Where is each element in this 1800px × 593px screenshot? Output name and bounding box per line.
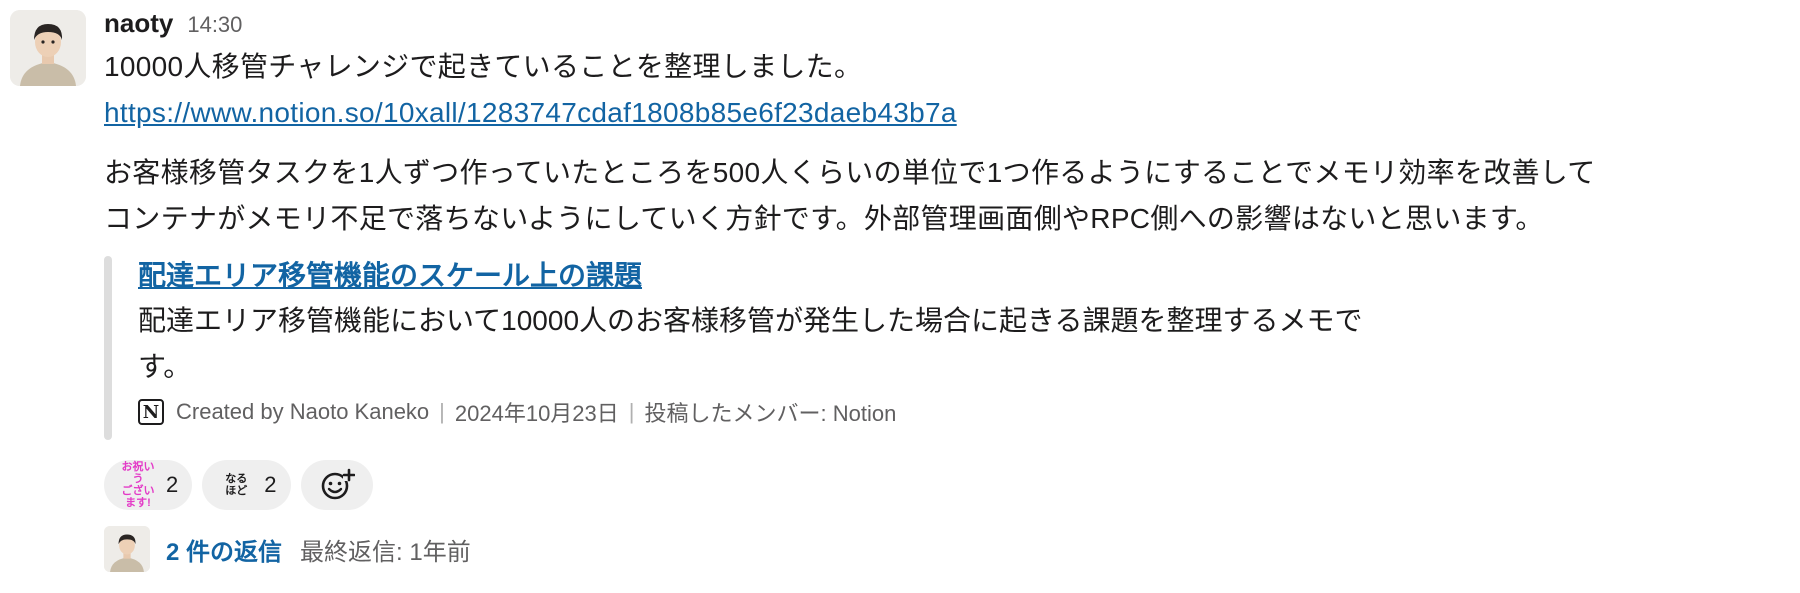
unfurl-footer: N Created by Naoto Kaneko | 2024年10月23日 … bbox=[138, 396, 1794, 428]
person-avatar-icon bbox=[10, 10, 86, 86]
message-content: naoty 14:30 10000人移管チャレンジで起きていることを整理しました… bbox=[104, 8, 1794, 572]
footer-separator: | bbox=[439, 399, 445, 424]
message: naoty 14:30 10000人移管チャレンジで起きていることを整理しました… bbox=[0, 0, 1800, 593]
unfurl-created-by: Created by Naoto Kaneko bbox=[176, 399, 430, 424]
reply-count-link[interactable]: 2 件の返信 bbox=[166, 532, 282, 567]
thread-summary: 2 件の返信 最終返信: 1年前 bbox=[104, 526, 1794, 572]
notion-icon: N bbox=[138, 399, 164, 425]
message-paragraph-2: お客様移管タスクを1人ずつ作っていたところを500人くらいの単位で1つ作るように… bbox=[104, 150, 1794, 242]
add-reaction-button[interactable] bbox=[300, 460, 373, 510]
unfurl-title[interactable]: 配達エリア移管機能のスケール上の課題 bbox=[138, 254, 1794, 298]
congrats-emoji-icon: お祝いう ございます! bbox=[121, 461, 155, 509]
message-header: naoty 14:30 bbox=[104, 8, 1794, 44]
avatar[interactable] bbox=[10, 10, 86, 86]
unfurl-accent-bar bbox=[104, 256, 112, 440]
notion-link[interactable]: https://www.notion.so/10xall/1283747cdaf… bbox=[104, 97, 957, 128]
footer-separator: | bbox=[628, 399, 635, 424]
reaction-naruhodo[interactable]: なる ほど 2 bbox=[202, 460, 291, 510]
naruhodo-emoji-icon: なる ほど bbox=[225, 473, 248, 497]
add-emoji-icon bbox=[321, 468, 355, 500]
paragraph-2-line-1: お客様移管タスクを1人ずつ作っていたところを500人くらいの単位で1つ作るように… bbox=[104, 157, 1596, 188]
unfurl-date: 2024年10月23日 bbox=[454, 401, 619, 426]
unfurl-posted-by: 投稿したメンバー: Notion bbox=[644, 401, 897, 426]
timestamp[interactable]: 14:30 bbox=[187, 12, 242, 38]
reaction-count: 2 bbox=[166, 472, 179, 497]
person-avatar-icon bbox=[104, 526, 150, 572]
message-link-line: https://www.notion.so/10xall/1283747cdaf… bbox=[104, 90, 1794, 136]
reaction-count: 2 bbox=[264, 472, 277, 497]
reaction-congrats[interactable]: お祝いう ございます! 2 bbox=[104, 460, 193, 510]
last-reply-time: 最終返信: 1年前 bbox=[300, 538, 471, 566]
link-unfurl: 配達エリア移管機能のスケール上の課題 配達エリア移管機能において10000人のお… bbox=[104, 254, 1794, 440]
thread-avatar[interactable] bbox=[104, 526, 150, 572]
author-name[interactable]: naoty bbox=[104, 8, 173, 39]
paragraph-2-line-2: コンテナがメモリ不足で落ちないようにしていく方針です。外部管理画面側やRPC側へ… bbox=[104, 203, 1544, 234]
reactions-bar: お祝いう ございます! 2 なる ほど 2 bbox=[104, 460, 1794, 510]
unfurl-description: 配達エリア移管機能において10000人のお客様移管が発生した場合に起きる課題を整… bbox=[138, 305, 1363, 382]
message-line-1: 10000人移管チャレンジで起きていることを整理しました。 bbox=[104, 51, 863, 82]
